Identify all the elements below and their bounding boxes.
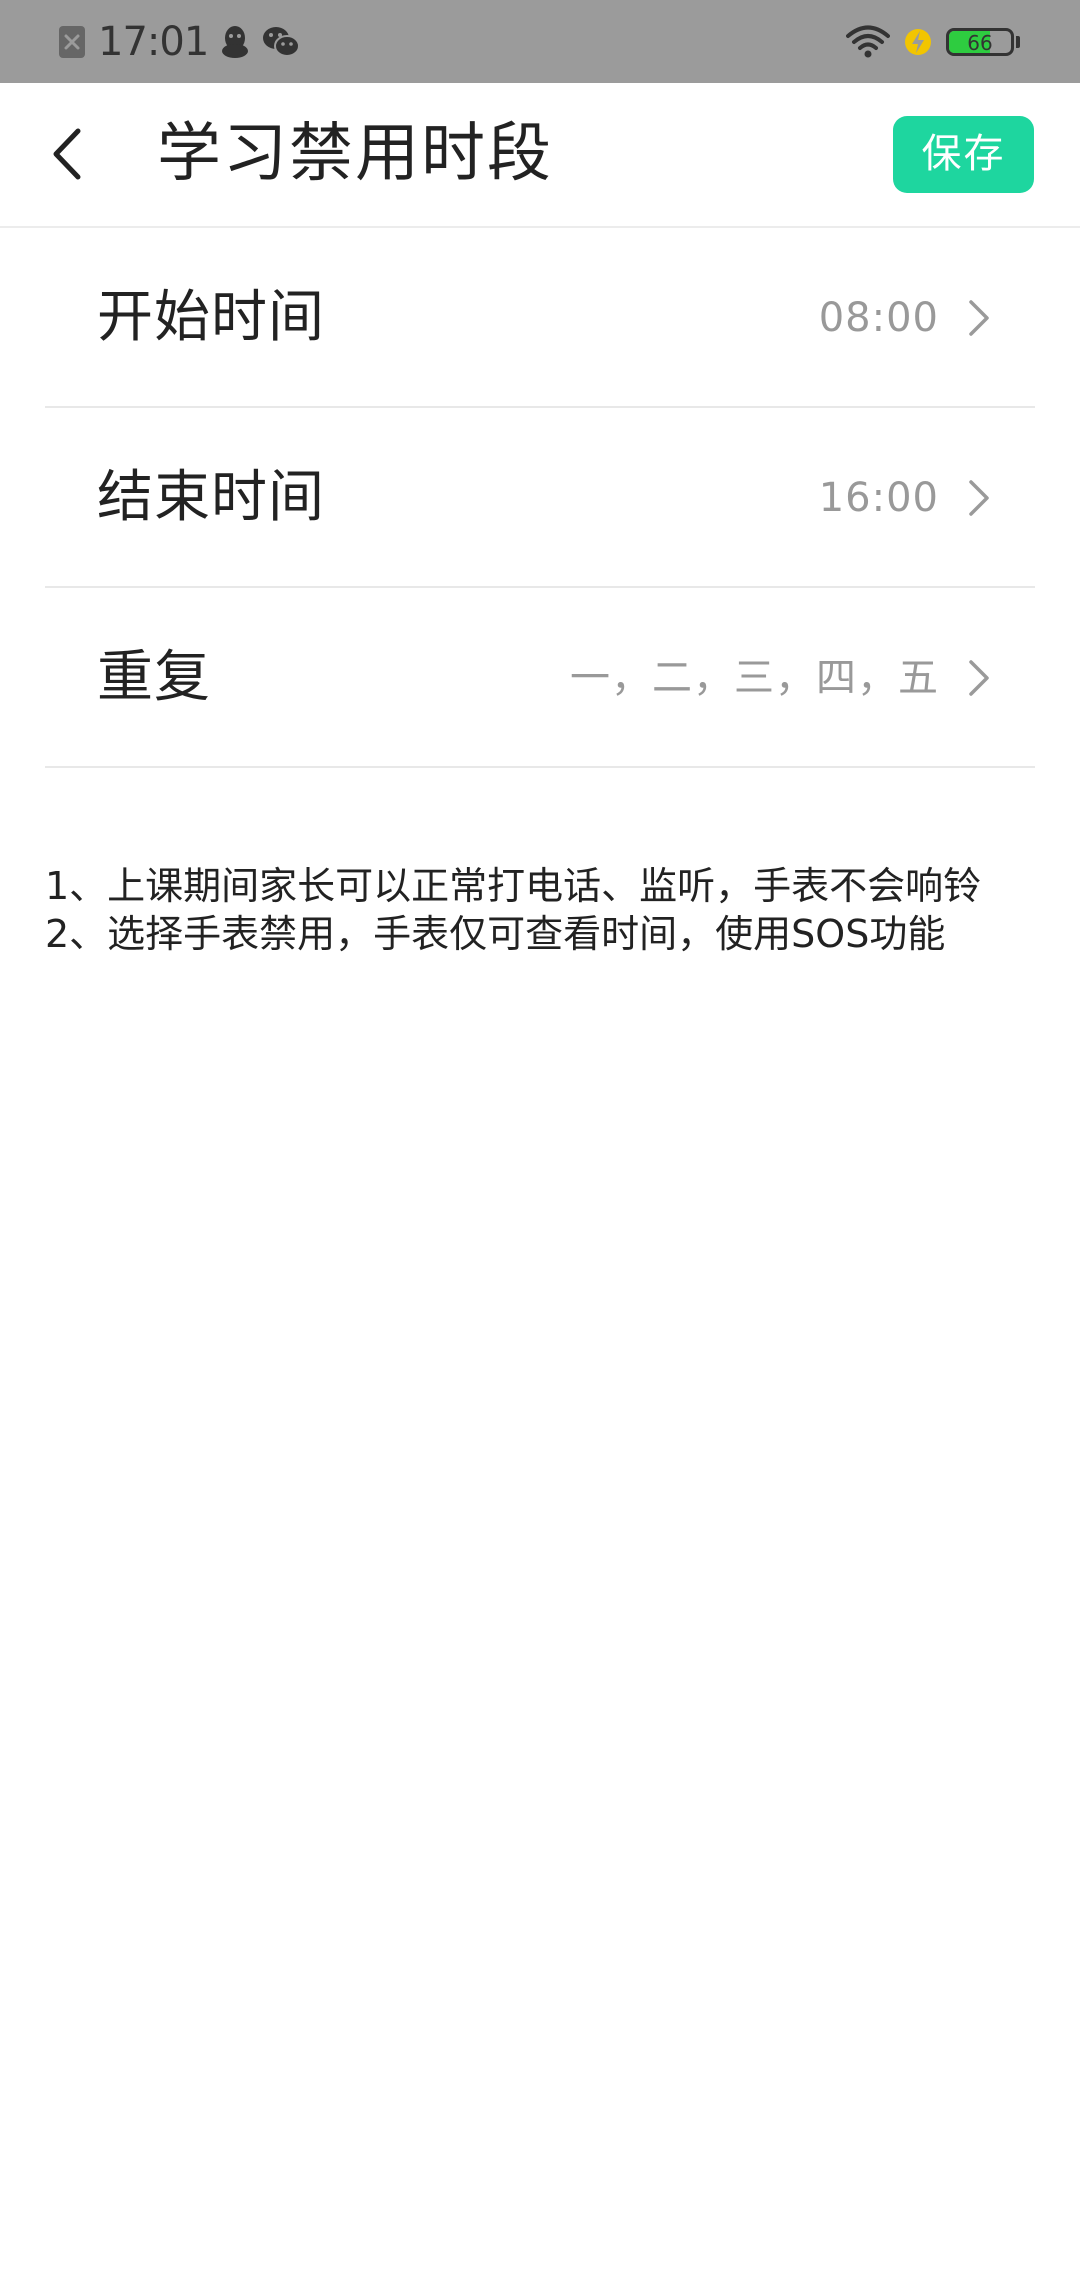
end-time-label: 结束时间 bbox=[97, 465, 325, 530]
start-time-row[interactable]: 开始时间 08:00 bbox=[45, 228, 1035, 408]
wechat-icon bbox=[262, 25, 301, 59]
chevron-right-icon bbox=[969, 480, 989, 516]
repeat-value: 一，二，三，四，五 bbox=[570, 655, 939, 701]
battery-icon: 66 bbox=[946, 27, 1014, 56]
status-bar: 17:01 66 bbox=[0, 0, 1080, 83]
repeat-row[interactable]: 重复 一，二，三，四，五 bbox=[45, 588, 1035, 768]
page-title: 学习禁用时段 bbox=[157, 117, 553, 191]
chevron-left-icon bbox=[53, 128, 81, 180]
start-time-value: 08:00 bbox=[818, 295, 939, 341]
note-item: 1、上课期间家长可以正常打电话、监听，手表不会响铃 bbox=[45, 864, 982, 908]
header: 学习禁用时段 保存 bbox=[0, 83, 1080, 228]
chevron-right-icon bbox=[969, 660, 989, 696]
battery-level: 66 bbox=[967, 30, 993, 55]
close-icon bbox=[58, 25, 86, 59]
charging-icon bbox=[904, 25, 932, 59]
repeat-label: 重复 bbox=[97, 645, 211, 710]
status-time: 17:01 bbox=[98, 18, 209, 65]
note-item: 2、选择手表禁用，手表仅可查看时间，使用SOS功能 bbox=[45, 912, 946, 956]
chevron-right-icon bbox=[969, 300, 989, 336]
notes: 1、上课期间家长可以正常打电话、监听，手表不会响铃 2、选择手表禁用，手表仅可查… bbox=[45, 862, 1035, 958]
qq-icon bbox=[220, 24, 250, 60]
back-button[interactable] bbox=[36, 119, 96, 189]
start-time-label: 开始时间 bbox=[97, 285, 325, 350]
battery-cap bbox=[1016, 35, 1020, 48]
settings-list: 开始时间 08:00 结束时间 16:00 重复 一，二，三，四，五 bbox=[45, 228, 1035, 768]
end-time-value: 16:00 bbox=[818, 475, 939, 521]
save-button[interactable]: 保存 bbox=[893, 116, 1034, 193]
wifi-icon bbox=[846, 25, 890, 59]
end-time-row[interactable]: 结束时间 16:00 bbox=[45, 408, 1035, 588]
